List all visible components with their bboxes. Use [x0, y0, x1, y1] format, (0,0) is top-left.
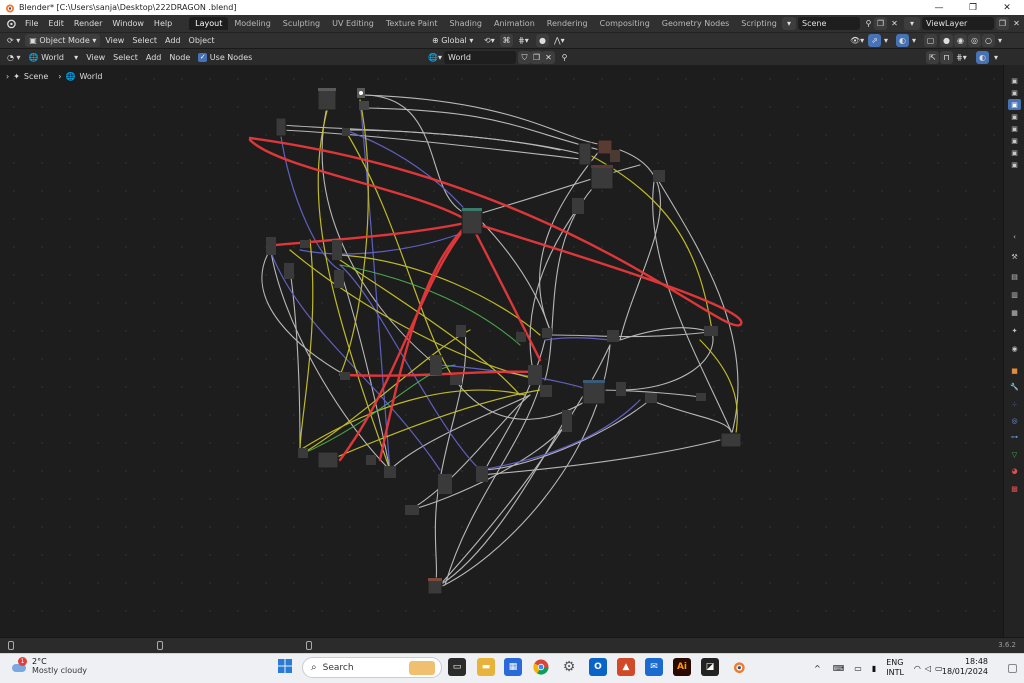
clock-date: 18/01/2024 — [941, 667, 988, 676]
camera-icon[interactable]: ▣ — [1008, 135, 1021, 146]
blender-version: 3.6.2 — [998, 641, 1016, 649]
file-explorer-icon[interactable]: ▬ — [477, 658, 495, 676]
search-icon: ⌕ — [311, 662, 317, 673]
system-tray: ^ ⌨ ▭ ▮ ENG INTL ◠ ◁ ▭ — [814, 654, 943, 682]
mail-icon[interactable]: ✉ — [645, 658, 663, 676]
notification-icon[interactable] — [1008, 664, 1017, 673]
weather-condition: Mostly cloudy — [32, 666, 87, 675]
node-wires — [248, 94, 743, 589]
mouse-middle-icon — [157, 641, 163, 650]
collapse-arrow-icon[interactable]: ‹ — [1008, 231, 1021, 242]
windows-start-icon[interactable] — [276, 657, 294, 675]
blender-taskbar-icon[interactable] — [729, 658, 747, 676]
tool-icon[interactable]: ⚒ — [1008, 251, 1021, 262]
scene-props-icon[interactable]: ✦ — [1008, 325, 1021, 336]
search-highlight-icon — [409, 660, 435, 675]
weather-badge: 1 — [18, 657, 27, 666]
language-code: ENG — [886, 658, 904, 667]
physics-props-icon[interactable]: ◎ — [1008, 415, 1021, 426]
texture-props-icon[interactable]: ▩ — [1008, 483, 1021, 494]
taskbar-app-icon[interactable]: ▮ — [872, 664, 876, 673]
weather-temp: 2°C — [32, 657, 47, 666]
taskbar-search-box[interactable]: ⌕ Search — [302, 657, 442, 678]
node-boxes — [266, 87, 742, 595]
settings-gear-icon[interactable]: ⚙ — [560, 658, 578, 676]
app-icon[interactable]: ◪ — [701, 658, 719, 676]
outlook-icon[interactable]: O — [589, 658, 607, 676]
task-view-icon[interactable]: ▭ — [448, 658, 466, 676]
camera-icon[interactable]: ▣ — [1008, 87, 1021, 98]
object-props-icon[interactable]: ■ — [1008, 365, 1021, 376]
camera-icon[interactable]: ▣ — [1008, 147, 1021, 158]
camera-icon[interactable]: ▣ — [1008, 123, 1021, 134]
blender-window: Blender* [C:\Users\sanja\Desktop\222DRAG… — [0, 0, 1024, 683]
language-indicator[interactable]: ENG INTL — [886, 658, 904, 678]
world-props-icon[interactable]: ◉ — [1008, 343, 1021, 354]
mouse-left-icon — [8, 641, 14, 650]
render-icon[interactable]: ▤ — [1008, 271, 1021, 282]
data-props-icon[interactable]: ▽ — [1008, 449, 1021, 460]
keyboard-icon[interactable]: ⌨ — [833, 664, 845, 673]
wifi-icon[interactable]: ◠ — [914, 664, 921, 673]
illustrator-icon[interactable]: Ai — [673, 658, 691, 676]
camera-icon[interactable]: ▣ — [1008, 111, 1021, 122]
output-icon[interactable]: ▥ — [1008, 289, 1021, 300]
camera-icon[interactable]: ▣ — [1008, 75, 1021, 86]
search-placeholder: Search — [322, 662, 354, 673]
modifier-props-icon[interactable]: 🔧 — [1008, 381, 1021, 392]
volume-icon[interactable]: ◁ — [925, 664, 931, 673]
constraints-props-icon[interactable]: ⊶ — [1008, 431, 1021, 442]
view-layer-icon[interactable]: ▦ — [1008, 307, 1021, 318]
display-icon[interactable]: ▭ — [854, 664, 862, 673]
status-bar — [0, 637, 1024, 653]
weather-widget[interactable]: 1 2°C Mostly cloudy — [10, 657, 87, 675]
microsoft-store-icon[interactable]: ▦ — [504, 658, 522, 676]
mouse-right-icon — [306, 641, 312, 650]
particles-props-icon[interactable]: ⁘ — [1008, 399, 1021, 410]
properties-tabs-column: ▣ ▣ ▣ ▣ ▣ ▣ ▣ ▣ ‹ ⚒ ▤ ▥ ▦ ✦ ◉ ■ 🔧 ⁘ ◎ ⊶ … — [1003, 65, 1024, 637]
tray-overflow-icon[interactable]: ^ — [814, 664, 821, 673]
weather-cloud-icon: 1 — [10, 657, 28, 674]
node-graph — [248, 87, 743, 595]
keyboard-layout: INTL — [886, 668, 904, 677]
chrome-icon[interactable] — [532, 658, 550, 676]
camera-icon[interactable]: ▣ — [1008, 99, 1021, 110]
clock-time: 18:48 — [964, 657, 988, 666]
app-icon[interactable]: ▲ — [617, 658, 635, 676]
taskbar-clock[interactable]: 18:48 18/01/2024 — [942, 657, 988, 677]
camera-icon[interactable]: ▣ — [1008, 159, 1021, 170]
material-props-icon[interactable]: ◕ — [1008, 465, 1021, 476]
